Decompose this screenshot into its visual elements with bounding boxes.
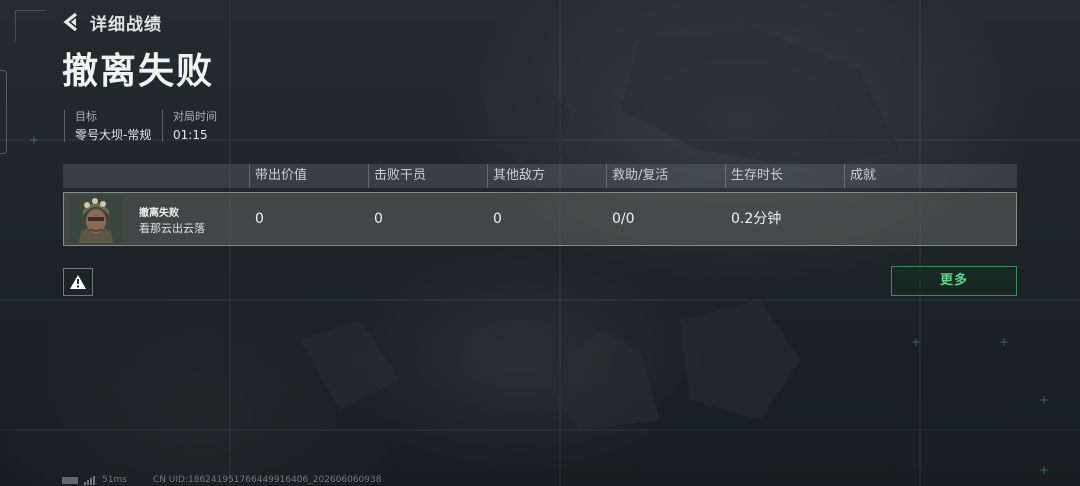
column-header-achievements: 成就 — [844, 164, 960, 188]
table-row[interactable]: 撤离失败 看那云出云落 0 0 0 0/0 0.2分钟 — [63, 192, 1017, 246]
report-button[interactable] — [63, 268, 93, 296]
avatar — [69, 195, 123, 243]
column-header-rescue-revive: 救助/复活 — [606, 164, 722, 188]
warning-triangle-icon — [70, 275, 86, 289]
target-value: 零号大坝-常规 — [75, 128, 152, 142]
signal-icon — [84, 475, 96, 485]
column-header-survival-time: 生存时长 — [725, 164, 841, 188]
page-title: 撤离失败 — [62, 51, 215, 92]
corner-decoration — [15, 10, 46, 41]
match-time-value: 01:15 — [173, 128, 208, 142]
more-button[interactable]: 更多 — [891, 266, 1017, 296]
player-name: 看那云出云落 — [139, 222, 205, 235]
uid-readout: CN UID:1862419517664499164​06_2026060609… — [152, 475, 382, 485]
target-info: 目标 零号大坝-常规 — [64, 110, 151, 142]
column-header-operators-defeated: 击败干员 — [368, 164, 484, 188]
cell-value: 0 — [255, 211, 264, 227]
target-label: 目标 — [75, 110, 97, 123]
match-time-label: 对局时间 — [173, 110, 217, 123]
ping-readout: 51ms — [102, 475, 127, 485]
cell-survival-time: 0.2分钟 — [731, 211, 782, 227]
back-label[interactable]: 详细战绩 — [90, 10, 162, 35]
column-header-other-enemies: 其他敌方 — [487, 164, 603, 188]
table-header: 带出价值 击败干员 其他敌方 救助/复活 生存时长 成就 — [63, 164, 1017, 188]
cell-other-enemies: 0 — [493, 211, 502, 227]
cell-operators-defeated: 0 — [374, 211, 383, 227]
battery-icon — [62, 476, 78, 484]
player-status: 撤离失败 — [139, 208, 179, 219]
cell-rescue-revive: 0/0 — [612, 211, 635, 227]
back-navigation[interactable]: 详细战绩 — [62, 10, 162, 35]
match-time-info: 对局时间 01:15 — [162, 110, 217, 142]
chevron-left-icon[interactable] — [62, 12, 80, 32]
side-tab-frame[interactable] — [0, 70, 7, 154]
status-bar: 51ms CN UID:1862419517664499164​06_20260… — [62, 474, 381, 486]
operator-portrait — [69, 195, 123, 243]
game-screen: 详细战绩 撤离失败 目标 零号大坝-常规 对局时间 01:15 带出价值 击败干… — [0, 0, 1080, 486]
column-header-value: 带出价值 — [249, 164, 365, 188]
